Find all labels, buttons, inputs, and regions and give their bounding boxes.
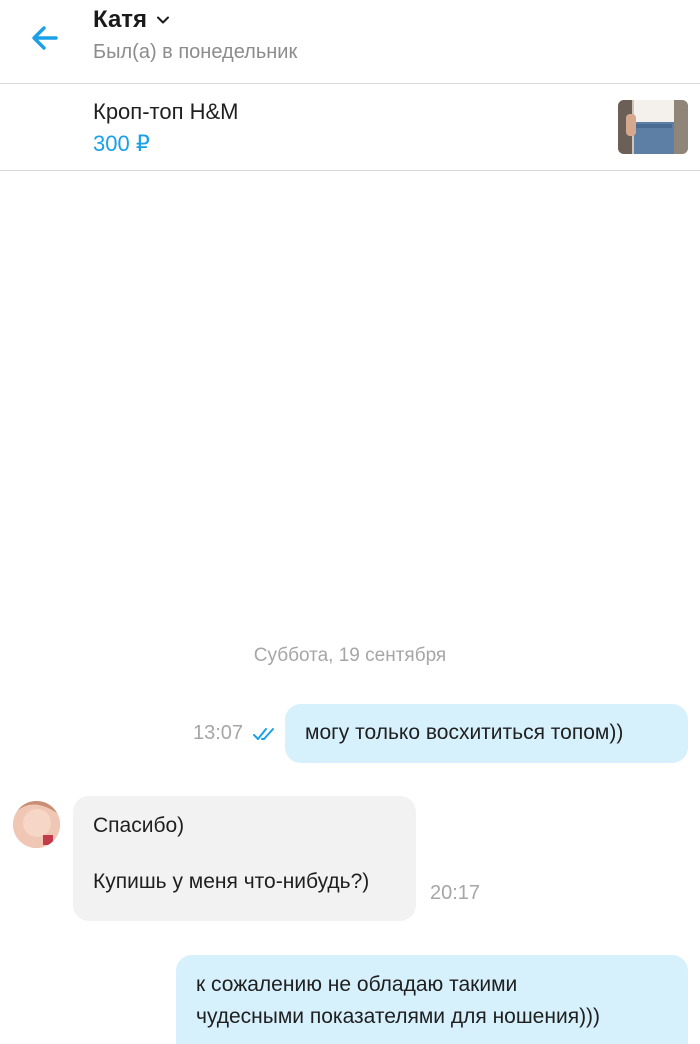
- double-check-icon: [253, 728, 274, 740]
- product-title: Кроп-топ H&M: [93, 99, 239, 124]
- product-thumbnail[interactable]: [618, 100, 688, 154]
- chevron-down-icon: [157, 16, 170, 24]
- outgoing-message[interactable]: к сожалению не обладаю такими чудесными …: [176, 955, 688, 1044]
- message-text: чудесными показателями для ношения))): [196, 1005, 601, 1028]
- avatar-photo: [13, 801, 60, 848]
- contact-name: Катя: [93, 6, 148, 33]
- message-text: [93, 840, 396, 868]
- incoming-message[interactable]: Спасибо) Купишь у меня что-нибудь?): [73, 796, 416, 921]
- chat-screen: Катя Был(а) в понедельник Кроп-топ H&M 3…: [0, 0, 700, 1044]
- chat-header: Катя Был(а) в понедельник: [0, 0, 700, 84]
- product-price: 300 ₽: [93, 131, 150, 156]
- avatar[interactable]: [13, 801, 60, 848]
- message-text: Спасибо): [93, 814, 185, 837]
- outgoing-message[interactable]: могу только восхититься топом)): [285, 704, 688, 763]
- arrow-left-icon: [32, 26, 58, 50]
- message-time: 20:17: [430, 882, 481, 904]
- message-text: Купишь у меня что-нибудь?): [93, 870, 370, 893]
- message-text: могу только восхититься топом)): [305, 721, 624, 744]
- contact-title[interactable]: Катя: [93, 6, 171, 34]
- last-seen-status: Был(а) в понедельник: [93, 41, 298, 63]
- back-button[interactable]: [26, 18, 66, 58]
- message-time: 13:07: [193, 722, 244, 744]
- product-card[interactable]: Кроп-топ H&M 300 ₽: [0, 84, 700, 171]
- message-text: к сожалению не обладаю такими: [196, 973, 518, 996]
- date-separator: Суббота, 19 сентября: [253, 645, 447, 666]
- product-photo: [618, 100, 688, 154]
